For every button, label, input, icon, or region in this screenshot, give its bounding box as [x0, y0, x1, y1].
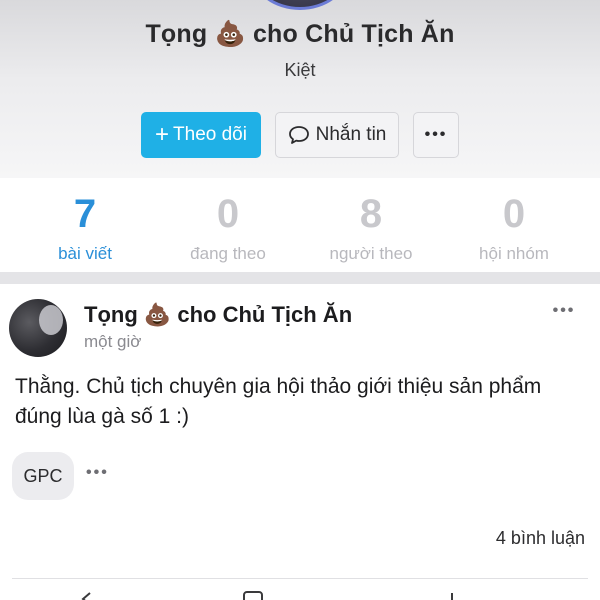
post-author-avatar[interactable] — [9, 299, 67, 357]
profile-name: Tọng 💩 cho Chủ Tịch Ăn — [145, 20, 455, 48]
like-action[interactable] — [444, 587, 524, 600]
like-icon — [451, 593, 453, 600]
stat-groups[interactable]: 0 hội nhóm — [444, 192, 584, 264]
stat-followers-label: người theo — [329, 244, 413, 263]
comment-icon — [243, 591, 263, 600]
post-tag[interactable]: GPC — [12, 452, 74, 500]
more-icon: ••• — [424, 126, 448, 143]
post-divider — [12, 578, 588, 579]
tag-more-icon[interactable]: ••• — [86, 464, 120, 486]
more-options-button[interactable]: ••• — [413, 112, 459, 158]
share-action[interactable] — [80, 587, 160, 600]
stat-posts-label: bài viết — [58, 244, 112, 263]
comment-action[interactable] — [243, 587, 323, 600]
stat-groups-count: 0 — [502, 192, 526, 236]
stat-following-count: 0 — [216, 192, 240, 236]
post-author-name[interactable]: Tọng 💩 cho Chủ Tịch Ăn — [84, 302, 352, 328]
avatar-highlight — [39, 305, 63, 335]
stat-followers-count: 8 — [359, 192, 383, 236]
message-button-label: Nhắn tin — [315, 124, 387, 145]
post-card: Tọng 💩 cho Chủ Tịch Ăn một giờ ••• Thằng… — [0, 284, 600, 600]
stat-following[interactable]: 0 đang theo — [158, 192, 298, 264]
follow-button[interactable]: + Theo dõi — [141, 112, 261, 158]
stat-following-label: đang theo — [190, 244, 266, 263]
profile-avatar[interactable] — [252, 0, 348, 10]
post-timestamp: một giờ — [84, 332, 142, 351]
stat-posts-count: 7 — [73, 192, 97, 236]
plus-icon: + — [155, 121, 170, 148]
comments-count-link[interactable]: 4 bình luận — [496, 528, 585, 549]
post-tag-label: GPC — [23, 465, 63, 486]
post-menu-icon[interactable]: ••• — [546, 302, 582, 322]
section-divider — [0, 272, 600, 284]
post-action-bar — [0, 587, 600, 600]
profile-subtitle: Kiệt — [284, 60, 316, 80]
message-button[interactable]: Nhắn tin — [275, 112, 399, 158]
stat-followers[interactable]: 8 người theo — [301, 192, 441, 264]
profile-stats: 7 bài viết 0 đang theo 8 người theo 0 hộ… — [0, 178, 600, 272]
share-icon — [81, 592, 91, 600]
stat-posts[interactable]: 7 bài viết — [15, 192, 155, 264]
post-body-text: Thằng. Chủ tịch chuyên gia hội thảo giới… — [15, 375, 542, 428]
profile-header: Tọng 💩 cho Chủ Tịch Ăn Kiệt + Theo dõi N… — [0, 0, 600, 178]
stat-groups-label: hội nhóm — [479, 244, 549, 263]
chat-bubble-icon — [288, 126, 309, 144]
follow-button-label: Theo dõi — [173, 124, 247, 145]
